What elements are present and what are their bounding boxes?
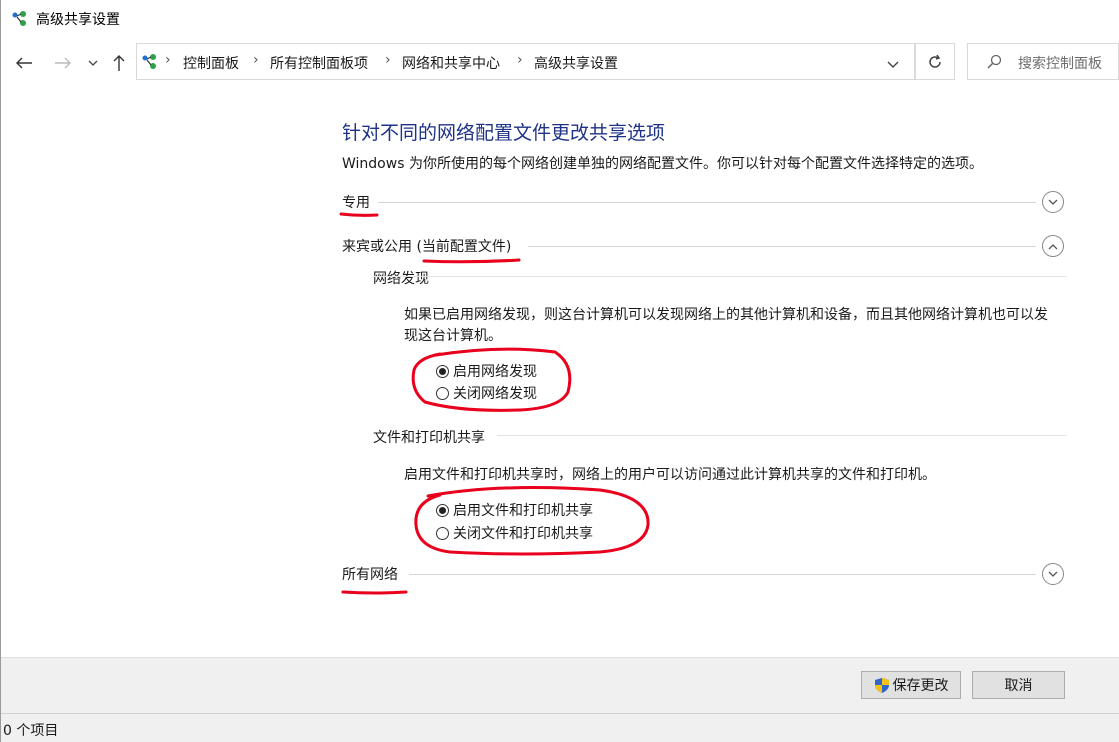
status-bar: 0 个项目 — [0, 713, 1119, 742]
red-annotation-marks — [339, 212, 650, 595]
cancel-button[interactable]: 取消 — [972, 671, 1065, 699]
cancel-label: 取消 — [1004, 678, 1033, 694]
button-footer: 保存更改 取消 — [0, 657, 1119, 713]
uac-shield-icon — [874, 677, 889, 693]
underline-current-profile — [422, 258, 521, 264]
underline-private — [339, 212, 379, 217]
save-changes-button[interactable]: 保存更改 — [861, 671, 961, 699]
status-item-count: 0 个项目 — [3, 723, 59, 739]
underline-all-networks — [341, 590, 408, 595]
circle-network-discovery — [411, 347, 572, 412]
save-changes-label: 保存更改 — [892, 678, 949, 694]
circle-file-printer-sharing — [414, 486, 650, 556]
